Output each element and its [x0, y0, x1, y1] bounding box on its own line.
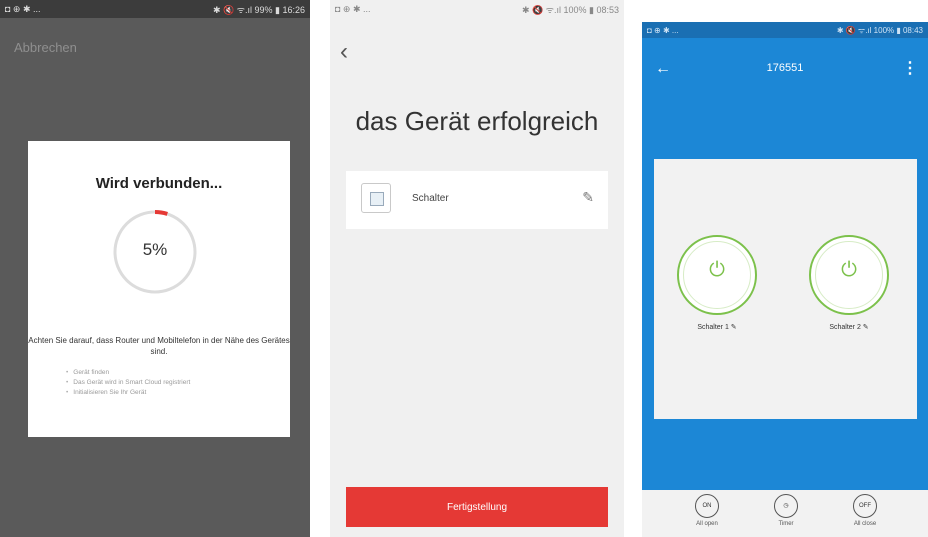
switch-2-power-button[interactable]: ⏻ — [809, 235, 889, 315]
device-title: 176551 — [766, 62, 804, 74]
power-icon: ⏻ — [841, 259, 857, 281]
connecting-screen: ◘ ⊕ ✱ ... ✱ 🔇 ᯤ.ıl 99% ▮ 16:26 Abbrechen… — [0, 0, 310, 537]
step-list: Gerät finden Das Gerät wird in Smart Clo… — [66, 368, 190, 398]
status-right: ✱ 🔇 ᯤ.ıl 99% ▮ 16:26 — [213, 4, 305, 15]
switch-device-icon — [361, 183, 391, 213]
success-screen: ◘ ⊕ ✱ ... ✱ 🔇 ᯤ.ıl 100% ▮ 08:53 ‹ das Ge… — [330, 0, 624, 537]
status-bar: ◘ ⊕ ✱ ... ✱ 🔇 ᯤ.ıl 100% ▮ 08:53 — [330, 0, 624, 18]
status-right: ✱ 🔇 ᯤ.ıl 100% ▮ 08:53 — [522, 4, 619, 15]
proximity-note: Achten Sie darauf, dass Router und Mobil… — [28, 336, 290, 356]
status-bar: ◘ ⊕ ✱ ... ✱ 🔇 ᯤ.ıl 99% ▮ 16:26 — [0, 0, 310, 18]
step-item: Das Gerät wird in Smart Cloud registrier… — [66, 378, 190, 388]
timer-button[interactable]: ◷ Timer — [756, 494, 816, 527]
power-icon: ⏻ — [709, 259, 725, 281]
page-title: das Gerät erfolgreich — [355, 106, 599, 136]
device-control-screen: ◘ ⊕ ✱ ... ✱ 🔇 ᯤ.ıl 100% ▮ 08:43 ← 176551… — [642, 22, 928, 537]
dialog-title: Wird verbunden... — [95, 175, 223, 192]
switch-1-power-button[interactable]: ⏻ — [677, 235, 757, 315]
device-card[interactable]: Schalter ✎ — [346, 171, 608, 229]
status-left: ◘ ⊕ ✱ ... — [647, 25, 679, 35]
off-icon: OFF — [853, 494, 877, 518]
all-open-button[interactable]: ON All open — [677, 494, 737, 527]
status-right: ✱ 🔇 ᯤ.ıl 100% ▮ 08:43 — [836, 25, 923, 35]
pencil-icon[interactable]: ✎ — [582, 189, 594, 206]
chevron-left-icon[interactable]: ‹ — [340, 40, 348, 64]
status-left: ◘ ⊕ ✱ ... — [5, 3, 41, 14]
all-open-label: All open — [696, 521, 718, 527]
status-bar: ◘ ⊕ ✱ ... ✱ 🔇 ᯤ.ıl 100% ▮ 08:43 — [642, 22, 928, 38]
progress-percent: 5% — [142, 240, 168, 259]
step-item: Gerät finden — [66, 368, 190, 378]
finish-button[interactable]: Fertigstellung — [346, 487, 608, 527]
more-vert-icon[interactable]: ⋮ — [902, 58, 918, 78]
all-close-button[interactable]: OFF All close — [835, 494, 895, 527]
status-left: ◘ ⊕ ✱ ... — [335, 3, 371, 14]
timer-label: Timer — [778, 521, 794, 527]
step-item: Initialisieren Sie Ihr Gerät — [66, 388, 190, 398]
on-icon: ON — [695, 494, 719, 518]
switch-2-label[interactable]: Schalter 2 ✎ — [794, 323, 904, 331]
switch-panel: ⏻ ⏻ Schalter 1 ✎ Schalter 2 ✎ — [654, 159, 917, 419]
bottom-bar: ON All open ◷ Timer OFF All close — [642, 490, 928, 537]
cancel-button[interactable]: Abbrechen — [14, 40, 77, 55]
clock-icon: ◷ — [774, 494, 798, 518]
all-close-label: All close — [853, 521, 877, 527]
device-name: Schalter — [412, 193, 449, 204]
switch-1-label[interactable]: Schalter 1 ✎ — [662, 323, 772, 331]
